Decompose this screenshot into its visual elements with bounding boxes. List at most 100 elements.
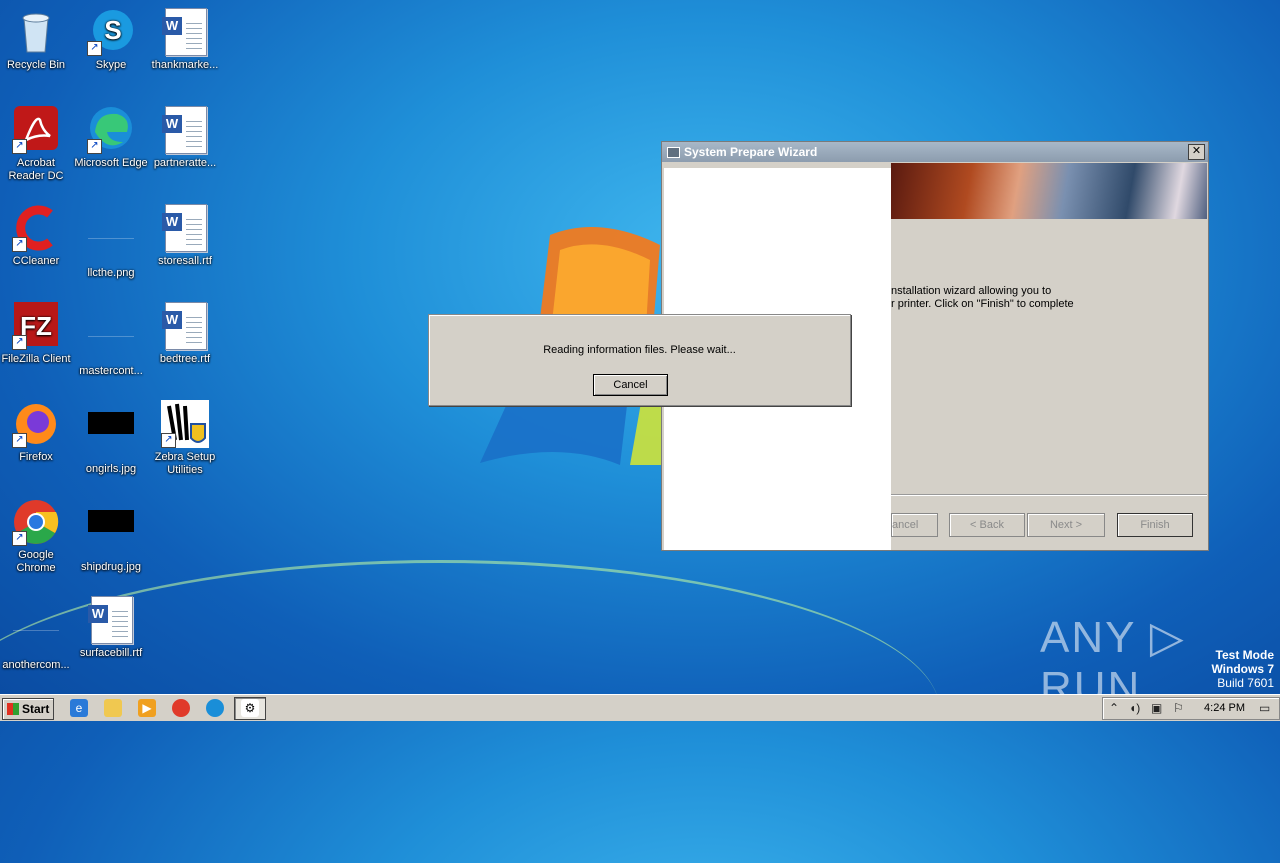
show-desktop-icon[interactable]: ▭ (1259, 700, 1270, 716)
desktop-icon-thankmarke[interactable]: W thankmarke... (147, 8, 223, 72)
firefox-icon: ↗ (12, 400, 60, 448)
image-file-icon (12, 608, 60, 656)
taskbar-clock[interactable]: 4:24 PM (1204, 698, 1245, 719)
desktop-icon-ccleaner[interactable]: ↗ CCleaner (0, 204, 74, 268)
test-mode-watermark: Test Mode Windows 7 Build 7601 (1211, 648, 1274, 690)
desktop-icon-label: anothercom... (2, 659, 70, 671)
desktop-icon-label: Microsoft Edge (74, 157, 148, 169)
windows-flag-icon (7, 703, 19, 715)
wizard-title: System Prepare Wizard (684, 145, 818, 159)
file-explorer-icon[interactable] (104, 699, 122, 717)
desktop-icon-firefox[interactable]: ↗ Firefox (0, 400, 74, 464)
wizard-cancel-button[interactable]: ancel (891, 513, 938, 537)
recycle-bin-icon (12, 8, 60, 56)
system-tray: ⌃ ◖) ▣ ⚐ 4:24 PM ▭ (1102, 697, 1280, 720)
desktop-icon-label: storesall.rtf (158, 255, 212, 267)
wizard-body-line: nstallation wizard allowing you to (891, 285, 1052, 297)
wizard-titlebar[interactable]: System Prepare Wizard ✕ (662, 142, 1208, 162)
wizard-back-button[interactable]: < Back (949, 513, 1025, 537)
shortcut-arrow-icon: ↗ (87, 41, 102, 56)
dialog-message: Reading information files. Please wait..… (543, 344, 736, 356)
wizard-finish-button[interactable]: Finish (1117, 513, 1193, 537)
desktop-icon-label: partneratte... (153, 157, 217, 169)
desktop-icon-surfacebill[interactable]: W surfacebill.rtf (73, 596, 149, 660)
desktop-icon-label: Google Chrome (16, 549, 56, 574)
start-label: Start (22, 702, 50, 716)
test-mode-label: Test Mode (1215, 648, 1274, 662)
image-file-icon (87, 510, 135, 558)
svg-text:S: S (104, 15, 121, 45)
ccleaner-icon: ↗ (12, 204, 60, 252)
desktop-icon-bedtree[interactable]: W bedtree.rtf (147, 302, 223, 366)
chrome-icon: ↗ (12, 498, 60, 546)
window-app-icon (667, 147, 680, 158)
taskbar: Start e ▶ ⚙ ⌃ ◖) ▣ ⚐ 4:24 PM ▭ (0, 694, 1280, 721)
taskbar-item-wizard[interactable]: ⚙ (234, 697, 266, 720)
desktop-icon-label: shipdrug.jpg (81, 561, 141, 573)
network-icon[interactable]: ▣ (1151, 700, 1162, 716)
desktop-icon-label: Firefox (19, 451, 53, 463)
shortcut-arrow-icon: ↗ (161, 433, 176, 448)
desktop-icon-label: Skype (95, 59, 127, 71)
desktop-icon-label: mastercont... (79, 365, 143, 377)
desktop-icon-google-chrome[interactable]: ↗ Google Chrome (0, 498, 74, 575)
shortcut-arrow-icon: ↗ (12, 531, 27, 546)
desktop-icon-partneratte[interactable]: W partneratte... (147, 106, 223, 170)
image-file-icon (87, 412, 135, 460)
media-player-icon[interactable]: ▶ (138, 699, 156, 717)
dialog-cancel-button[interactable]: Cancel (593, 374, 668, 396)
start-button[interactable]: Start (2, 698, 54, 720)
desktop-icon-zebra-setup-utilities[interactable]: ↗ Zebra Setup Utilities (147, 400, 223, 477)
volume-icon[interactable]: ◖) (1129, 700, 1140, 716)
wizard-body-line: r printer. Click on "Finish" to complete (891, 298, 1074, 310)
reading-files-dialog: Reading information files. Please wait..… (428, 314, 851, 406)
word-document-icon: W (161, 8, 209, 56)
shortcut-arrow-icon: ↗ (12, 139, 27, 154)
word-document-icon: W (161, 302, 209, 350)
desktop-icon-ongirls[interactable]: ongirls.jpg (73, 400, 149, 476)
internet-explorer-icon[interactable]: e (70, 699, 88, 717)
desktop-icon-label: ongirls.jpg (85, 463, 137, 475)
close-icon[interactable]: ✕ (1188, 144, 1205, 160)
desktop-icon-label: surfacebill.rtf (79, 647, 143, 659)
action-center-flag-icon[interactable]: ⚐ (1173, 700, 1184, 716)
skype-icon: S ↗ (87, 8, 135, 56)
filezilla-icon: FZ ↗ (12, 302, 60, 350)
desktop-icon-acrobat[interactable]: ↗ Acrobat Reader DC (0, 106, 74, 183)
word-document-icon: W (161, 106, 209, 154)
show-hidden-icons-icon[interactable]: ⌃ (1109, 700, 1119, 716)
desktop-icon-label: bedtree.rtf (159, 353, 211, 365)
desktop-icon-microsoft-edge[interactable]: ↗ Microsoft Edge (73, 106, 149, 170)
os-label: Windows 7 (1211, 662, 1274, 676)
desktop-icon-label: FileZilla Client (1, 353, 71, 365)
desktop-icon-skype[interactable]: S ↗ Skype (73, 8, 149, 72)
build-label: Build 7601 (1217, 676, 1274, 690)
edge-icon: ↗ (87, 106, 135, 154)
image-file-icon (87, 216, 135, 264)
desktop-icon-filezilla[interactable]: FZ ↗ FileZilla Client (0, 302, 74, 366)
desktop-icon-recycle-bin[interactable]: Recycle Bin (0, 8, 74, 72)
desktop-icon-label: llcthe.png (87, 267, 135, 279)
edge-taskbar-icon[interactable] (206, 699, 224, 717)
wizard-separator (891, 494, 1207, 496)
shortcut-arrow-icon: ↗ (12, 237, 27, 252)
desktop-icon-label: CCleaner (12, 255, 60, 267)
chrome-taskbar-icon[interactable] (172, 699, 190, 717)
desktop-icon-storesall[interactable]: W storesall.rtf (147, 204, 223, 268)
zebra-taskbar-icon: ⚙ (241, 699, 259, 717)
word-document-icon: W (161, 204, 209, 252)
acrobat-icon: ↗ (12, 106, 60, 154)
desktop-icon-mastercont[interactable]: mastercont... (73, 302, 149, 378)
wizard-banner-image (891, 163, 1207, 219)
wizard-body-text: nstallation wizard allowing you to r pri… (891, 285, 1074, 311)
desktop-icon-llcthe[interactable]: llcthe.png (73, 204, 149, 280)
desktop-icon-label: thankmarke... (151, 59, 219, 71)
desktop-icon-shipdrug[interactable]: shipdrug.jpg (73, 498, 149, 574)
desktop-icon-label: Recycle Bin (6, 59, 66, 71)
word-document-icon: W (87, 596, 135, 644)
desktop-icon-anothercom[interactable]: anothercom... (0, 596, 74, 672)
zebra-icon: ↗ (161, 400, 209, 448)
wizard-next-button[interactable]: Next > (1027, 513, 1105, 537)
shortcut-arrow-icon: ↗ (12, 433, 27, 448)
shortcut-arrow-icon: ↗ (12, 335, 27, 350)
